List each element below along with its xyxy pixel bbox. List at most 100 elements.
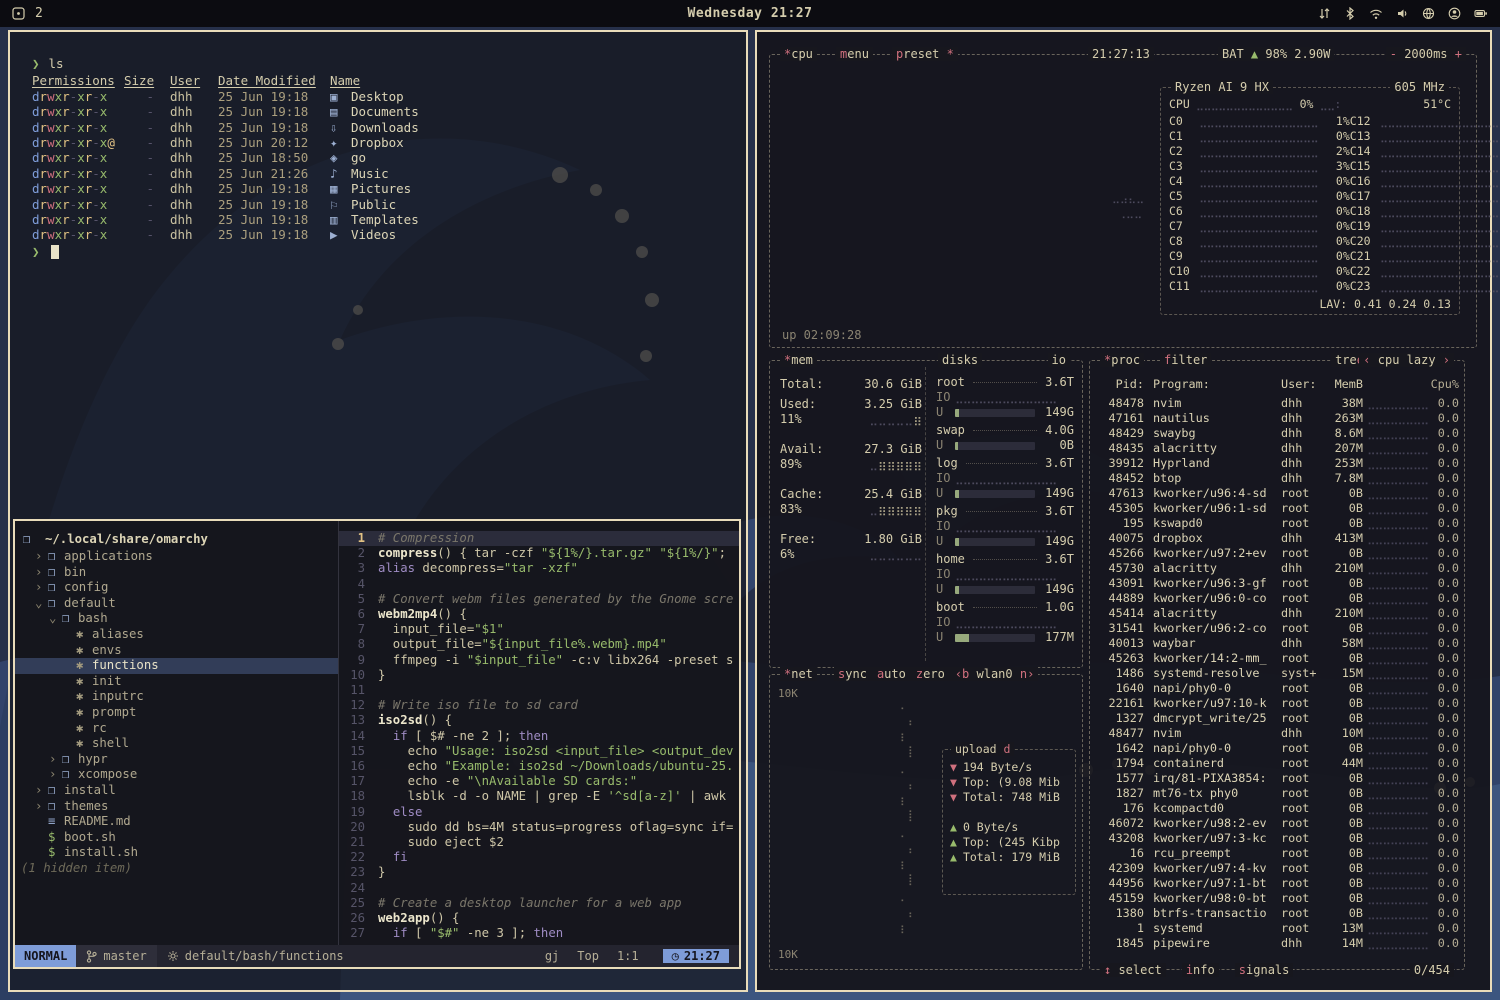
tree-item-rc[interactable]: ✱rc [15,721,338,737]
process-row[interactable]: 1642napi/phy0-0root0B⣀⣀⣀⣀⣀⣀⣀⣀0.0 [1098,741,1456,756]
proc-column-header[interactable]: MemB [1323,377,1363,392]
process-row[interactable]: 1327dmcrypt_write/25root0B⣀⣀⣀⣀⣀⣀⣀⣀0.0 [1098,711,1456,726]
process-row[interactable]: 22161kworker/u97:10-kroot0B⣀⣀⣀⣀⣀⣀⣀⣀0.0 [1098,696,1456,711]
tree-item-functions[interactable]: ✱functions [15,658,338,674]
process-row[interactable]: 48429swaybgdhh8.6M⣀⣀⣀⣀⣀⣀⣀⣀0.0 [1098,426,1456,441]
process-row[interactable]: 176kcompactd0root0B⣀⣀⣀⣀⣀⣀⣀⣀0.0 [1098,801,1456,816]
cpu-box-title[interactable]: *cpu [780,47,817,61]
process-row[interactable]: 48478nvimdhh38M⣀⣀⣀⣀⣀⣀⣀⣀0.0 [1098,396,1456,411]
tree-item-inputrc[interactable]: ✱inputrc [15,689,338,705]
net-auto-toggle[interactable]: auto [877,667,906,681]
sort-selector[interactable]: ‹ cpu lazy › [1359,353,1454,367]
apps-menu-icon[interactable] [12,7,25,20]
tree-dir-bin[interactable]: ›❒bin [15,565,338,581]
updates-icon[interactable] [1318,7,1331,20]
shell-input-line[interactable]: ❯ [32,244,746,259]
process-row[interactable]: 45730alacrittydhh210M⣀⣀⣀⣀⣀⣀⣀⣀0.0 [1098,561,1456,576]
net-controls[interactable]: sync auto zero ‹b wlan0 n› [834,667,1038,681]
process-row[interactable]: 48452btopdhh7.8M⣀⣀⣀⣀⣀⣀⣀⣀0.0 [1098,471,1456,486]
system-monitor-window[interactable]: *cpu menu preset * 21:27:13 BAT ▲ 98% 2.… [755,30,1492,992]
tree-item-aliases[interactable]: ✱aliases [15,627,338,643]
tree-item-envs[interactable]: ✱envs [15,643,338,659]
proc-column-header[interactable]: User: [1281,377,1323,392]
tree-item-README.md[interactable]: ≡README.md [15,814,338,830]
tree-item-shell[interactable]: ✱shell [15,736,338,752]
proc-box-title[interactable]: *proc [1100,353,1144,367]
process-row[interactable]: 39912Hyprlanddhh253M⣀⣀⣀⣀⣀⣀⣀⣀0.0 [1098,456,1456,471]
process-row[interactable]: 1systemdroot13M⣀⣀⣀⣀⣀⣀⣀⣀0.0 [1098,921,1456,936]
process-row[interactable]: 1794containerdroot44M⣀⣀⣀⣀⣀⣀⣀⣀0.0 [1098,756,1456,771]
process-row[interactable]: 45305kworker/u96:1-sdroot0B⣀⣀⣀⣀⣀⣀⣀⣀0.0 [1098,501,1456,516]
process-row[interactable]: 1380btrfs-transactioroot0B⣀⣀⣀⣀⣀⣀⣀⣀0.0 [1098,906,1456,921]
select-control[interactable]: ↕ select [1100,963,1166,977]
mem-box-title[interactable]: *mem [780,353,817,367]
process-row[interactable]: 40075dropboxdhh413M⣀⣀⣀⣀⣀⣀⣀⣀0.0 [1098,531,1456,546]
clock[interactable]: Wednesday 21:27 [232,6,1268,21]
process-row[interactable]: 44889kworker/u96:0-coroot0B⣀⣀⣀⣀⣀⣀⣀⣀0.0 [1098,591,1456,606]
process-row[interactable]: 43091kworker/u96:3-gfroot0B⣀⣀⣀⣀⣀⣀⣀⣀0.0 [1098,576,1456,591]
tree-dir-default[interactable]: ⌄❒default [15,596,338,612]
battery-icon[interactable] [1474,7,1488,20]
process-row[interactable]: 46072kworker/u98:2-evroot0B⣀⣀⣀⣀⣀⣀⣀⣀0.0 [1098,816,1456,831]
proc-column-header[interactable]: Pid: [1098,377,1144,392]
process-row[interactable]: 45263kworker/14:2-mm_root0B⣀⣀⣀⣀⣀⣀⣀⣀0.0 [1098,651,1456,666]
process-row[interactable]: 1845pipewiredhh14M⣀⣀⣀⣀⣀⣀⣀⣀0.0 [1098,936,1456,951]
filter-button[interactable]: filter [1160,353,1211,367]
bluetooth-icon[interactable] [1344,7,1356,20]
proc-column-header[interactable]: Cpu% [1429,377,1459,392]
net-zero-toggle[interactable]: zero [916,667,945,681]
wifi-icon[interactable] [1369,8,1383,20]
tree-dir-bash[interactable]: ⌄❒bash [15,611,338,627]
process-row[interactable]: 1827mt76-tx phy0root0B⣀⣀⣀⣀⣀⣀⣀⣀0.0 [1098,786,1456,801]
process-row[interactable]: 42309kworker/u97:4-kvroot0B⣀⣀⣀⣀⣀⣀⣀⣀0.0 [1098,861,1456,876]
menu-button[interactable]: menu [836,47,873,61]
tree-dir-themes[interactable]: ›❒themes [15,799,338,815]
process-row[interactable]: 195kswapd0root0B⣀⣀⣀⣀⣀⣀⣀⣀0.0 [1098,516,1456,531]
tree-item-init[interactable]: ✱init [15,674,338,690]
process-row[interactable]: 1577irq/81-PIXA3854:root0B⣀⣀⣀⣀⣀⣀⣀⣀0.0 [1098,771,1456,786]
net-box-title[interactable]: *net [780,667,817,681]
interval-decrease-button[interactable]: - [1390,47,1404,61]
process-row[interactable]: 45159kworker/u98:0-btroot0B⣀⣀⣀⣀⣀⣀⣀⣀0.0 [1098,891,1456,906]
process-row[interactable]: 31541kworker/u96:2-coroot0B⣀⣀⣀⣀⣀⣀⣀⣀0.0 [1098,621,1456,636]
tree-dir-applications[interactable]: ›❒applications [15,549,338,565]
net-interface-selector[interactable]: ‹b wlan0 n› [955,667,1034,681]
process-row[interactable]: 45266kworker/u97:2+evroot0B⣀⣀⣀⣀⣀⣀⣀⣀0.0 [1098,546,1456,561]
proc-column-header[interactable]: Program: [1153,377,1277,392]
info-control[interactable]: info [1182,963,1219,977]
tree-item-prompt[interactable]: ✱prompt [15,705,338,721]
tree-dir-xcompose[interactable]: ›❒xcompose [15,767,338,783]
net-sync-toggle[interactable]: sync [838,667,867,681]
process-row[interactable]: 45414alacrittydhh210M⣀⣀⣀⣀⣀⣀⣀⣀0.0 [1098,606,1456,621]
git-branch[interactable]: master [76,945,156,967]
gear-icon [167,950,179,962]
account-icon[interactable] [1448,7,1461,20]
process-row[interactable]: 1486systemd-resolvesyst+15M⣀⣀⣀⣀⣀⣀⣀⣀0.0 [1098,666,1456,681]
disks-box-title[interactable]: disks [938,353,982,367]
tree-dir-install[interactable]: ›❒install [15,783,338,799]
update-interval-control[interactable]: - 2000ms + [1386,47,1466,61]
interval-increase-button[interactable]: + [1448,47,1462,61]
process-row[interactable]: 44956kworker/u97:1-btroot0B⣀⣀⣀⣀⣀⣀⣀⣀0.0 [1098,876,1456,891]
network-icon[interactable] [1422,7,1435,20]
io-toggle[interactable]: io [1048,353,1070,367]
workspace-indicator[interactable]: 2 [35,6,43,21]
editor-window[interactable]: ❒ ~/.local/share/omarchy ›❒applications›… [13,519,741,969]
process-row[interactable]: 40013waybardhh58M⣀⣀⣀⣀⣀⣀⣀⣀0.0 [1098,636,1456,651]
tree-item-install.sh[interactable]: $install.sh [15,845,338,861]
process-row[interactable]: 47161nautilusdhh263M⣀⣀⣀⣀⣀⣀⣀⣀0.0 [1098,411,1456,426]
process-row[interactable]: 16rcu_preemptroot0B⣀⣀⣀⣀⣀⣀⣀⣀0.0 [1098,846,1456,861]
signals-control[interactable]: signals [1235,963,1294,977]
tree-dir-hypr[interactable]: ›❒hypr [15,752,338,768]
process-row[interactable]: 48477nvimdhh10M⣀⣀⣀⣀⣀⣀⣀⣀0.0 [1098,726,1456,741]
file-tree-pane[interactable]: ❒ ~/.local/share/omarchy ›❒applications›… [15,521,339,945]
process-row[interactable]: 48435alacrittydhh207M⣀⣀⣀⣀⣀⣀⣀⣀0.0 [1098,441,1456,456]
process-row[interactable]: 1640napi/phy0-0root0B⣀⣀⣀⣀⣀⣀⣀⣀0.0 [1098,681,1456,696]
tree-item-boot.sh[interactable]: $boot.sh [15,830,338,846]
tree-dir-config[interactable]: ›❒config [15,580,338,596]
volume-icon[interactable] [1396,7,1409,20]
code-editor-pane[interactable]: 1# Compression2compress() { tar -czf "${… [339,521,739,945]
preset-button[interactable]: preset * [892,47,958,61]
process-row[interactable]: 47613kworker/u96:4-sdroot0B⣀⣀⣀⣀⣀⣀⣀⣀0.0 [1098,486,1456,501]
process-row[interactable]: 43208kworker/u97:3-kcroot0B⣀⣀⣀⣀⣀⣀⣀⣀0.0 [1098,831,1456,846]
